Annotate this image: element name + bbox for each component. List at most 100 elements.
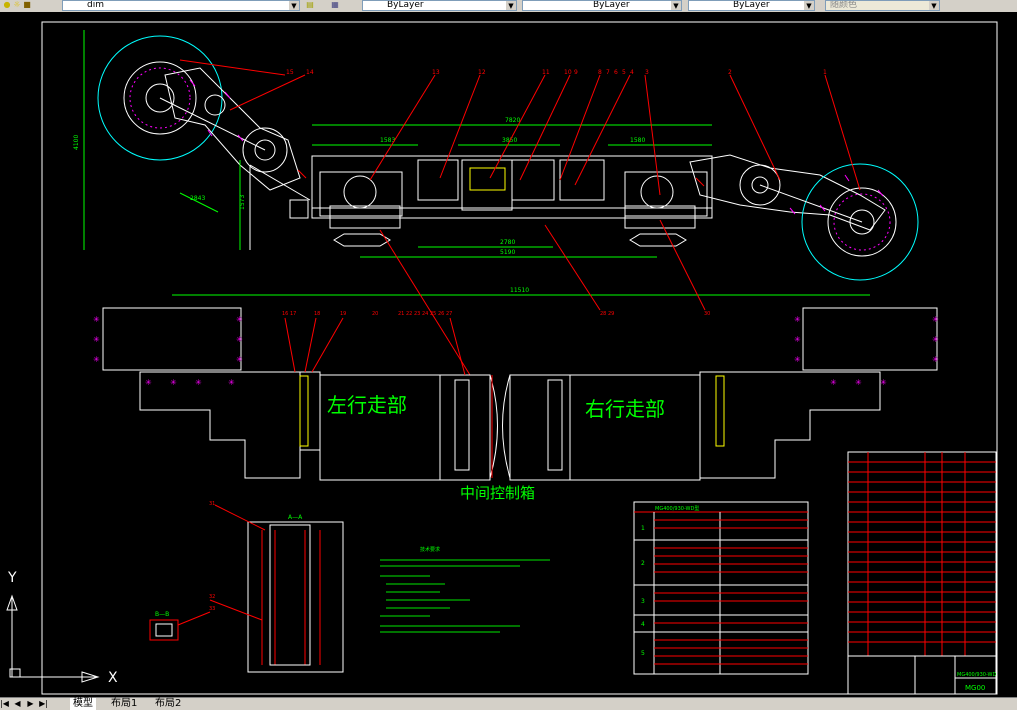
linetype-combo[interactable]: ByLayer ▼ <box>522 0 682 11</box>
chevron-down-icon[interactable]: ▼ <box>671 1 681 10</box>
callout-8: 8 <box>598 69 602 76</box>
plotstyle-value: 随颜色 <box>830 0 858 10</box>
callout-5: 5 <box>622 69 626 76</box>
svg-text:20: 20 <box>372 311 378 317</box>
technical-notes: 技术要求 <box>420 546 440 553</box>
drawing-svg: 7820 1583 3850 1580 2780 5190 11510 4100… <box>6 21 998 695</box>
callout-7: 7 <box>606 69 610 76</box>
lock-icon[interactable]: ■ <box>22 0 32 10</box>
prev-tab-icon[interactable]: ◀ <box>13 699 22 709</box>
right-drum <box>801 163 919 281</box>
svg-text:✳: ✳ <box>830 378 837 387</box>
next-tab-icon[interactable]: ▶ <box>26 699 35 709</box>
callout-13: 13 <box>432 69 440 76</box>
callout-10: 10 <box>564 69 572 76</box>
bulb-icon[interactable]: ● <box>2 0 12 10</box>
callout-numbers-mid: 16 17 18 19 20 21 22 23 24 25 26 27 28 2… <box>282 311 710 317</box>
lineweight-combo[interactable]: ByLayer ▼ <box>688 0 815 11</box>
tab-layout1[interactable]: 布局1 <box>108 698 140 710</box>
section-aa <box>247 521 344 673</box>
svg-text:✳: ✳ <box>794 315 801 324</box>
chevron-down-icon[interactable]: ▼ <box>506 1 516 10</box>
svg-text:25: 25 <box>430 311 436 317</box>
chevron-down-icon[interactable]: ▼ <box>804 1 814 10</box>
left-drum-plan <box>102 307 242 371</box>
svg-text:4: 4 <box>641 621 645 628</box>
drawing-canvas[interactable]: 7820 1583 3850 1580 2780 5190 11510 4100… <box>0 12 1017 697</box>
tab-model[interactable]: 模型 <box>70 698 96 710</box>
svg-text:✳: ✳ <box>855 378 862 387</box>
color-value: ByLayer <box>387 0 424 10</box>
layer-states-icon[interactable]: ▤ <box>305 0 315 10</box>
notes-title: 技术要求 <box>420 546 440 553</box>
callout-numbers-top: 15 14 13 12 11 10 9 8 7 6 5 4 3 2 1 <box>286 69 827 76</box>
lineweight-value: ByLayer <box>733 0 770 10</box>
svg-text:✳: ✳ <box>794 355 801 364</box>
layout-tabs-bar: |◀ ◀ ▶ ▶| 模型 布局1 布局2 <box>0 697 1017 710</box>
chevron-down-icon[interactable]: ▼ <box>929 1 939 10</box>
dim-5190: 5190 <box>500 249 515 256</box>
center-box-left <box>439 374 491 481</box>
table-row-numbers: 1 2 3 4 5 <box>641 525 645 657</box>
title-block-name: MG400/930-WD <box>957 672 997 678</box>
chevron-down-icon[interactable]: ▼ <box>289 1 299 10</box>
svg-text:21: 21 <box>398 311 404 317</box>
dim-4100: 4100 <box>73 135 80 150</box>
svg-text:29: 29 <box>608 311 614 317</box>
last-tab-icon[interactable]: ▶| <box>39 699 48 709</box>
dim-2780: 2780 <box>500 239 515 246</box>
plan-view <box>102 307 938 481</box>
tab-layout2[interactable]: 布局2 <box>152 698 184 710</box>
first-tab-icon[interactable]: |◀ <box>0 699 9 709</box>
section-bb-label: B—B <box>155 611 169 618</box>
svg-text:24: 24 <box>422 311 428 317</box>
sun-icon[interactable]: ☼ <box>12 0 22 10</box>
plotstyle-combo[interactable]: 随颜色 ▼ <box>825 0 940 11</box>
svg-text:3: 3 <box>641 598 645 605</box>
right-ranging-arm <box>689 154 886 231</box>
plan-fasteners: ✳ ✳ ✳ ✳ ✳ ✳ ✳ ✳ ✳ ✳ ✳ ✳ ✳ ✳ ✳ ✳ ✳ ✳ ✳ <box>93 315 939 387</box>
table-title: MG400/930-WD型 <box>655 505 699 512</box>
svg-text:✳: ✳ <box>195 378 202 387</box>
svg-text:✳: ✳ <box>93 355 100 364</box>
svg-text:✳: ✳ <box>236 315 243 324</box>
svg-text:27: 27 <box>446 311 452 317</box>
right-drum-plan <box>802 307 938 371</box>
svg-text:30: 30 <box>704 311 710 317</box>
section-aa-label: A—A <box>288 514 303 521</box>
dim-11510: 11510 <box>510 287 529 294</box>
svg-text:✳: ✳ <box>93 315 100 324</box>
dim-1580: 1580 <box>630 137 645 144</box>
layer-combo[interactable]: dim ▼ <box>62 0 300 11</box>
svg-text:28: 28 <box>600 311 606 317</box>
callout-9: 9 <box>574 69 578 76</box>
svg-text:✳: ✳ <box>794 335 801 344</box>
callout-14: 14 <box>306 69 314 76</box>
svg-text:✳: ✳ <box>93 335 100 344</box>
svg-text:✳: ✳ <box>170 378 177 387</box>
bom-table <box>847 451 997 657</box>
layers-icon[interactable]: ▦ <box>330 0 340 10</box>
svg-text:23: 23 <box>414 311 420 317</box>
svg-text:16: 16 <box>282 311 288 317</box>
section-bb <box>149 619 179 641</box>
svg-text:✳: ✳ <box>932 335 939 344</box>
callout-2: 2 <box>728 69 732 76</box>
color-combo[interactable]: ByLayer ▼ <box>362 0 517 11</box>
dim-7820: 7820 <box>505 117 520 124</box>
ucs-y-label: Y <box>7 570 17 586</box>
svg-text:22: 22 <box>406 311 412 317</box>
svg-text:✳: ✳ <box>236 355 243 364</box>
layer-value: dim <box>87 0 104 10</box>
label-center-box: 中间控制箱 <box>460 484 535 502</box>
callout-6: 6 <box>614 69 618 76</box>
ucs-x-label: X <box>108 670 118 686</box>
svg-text:2: 2 <box>641 560 645 567</box>
fastener-marks <box>189 79 884 215</box>
svg-text:✳: ✳ <box>880 378 887 387</box>
svg-text:18: 18 <box>314 311 320 317</box>
label-right-walking: 右行走部 <box>585 397 665 421</box>
callout-1: 1 <box>823 69 827 76</box>
title-block-code: MG00 <box>965 684 985 692</box>
center-box-right <box>509 374 571 481</box>
